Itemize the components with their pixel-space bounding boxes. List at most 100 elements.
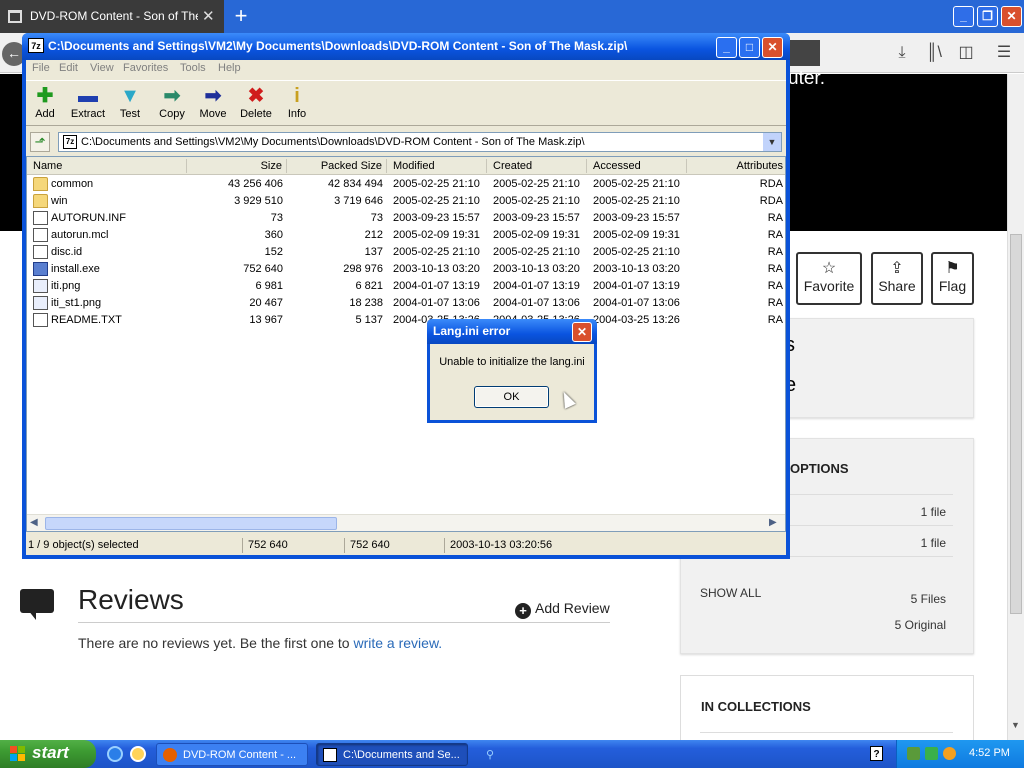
minimize-button[interactable]: _	[716, 37, 737, 58]
cell-size: 20 467	[249, 297, 283, 309]
address-combobox[interactable]: 7z C:\Documents and Settings\VM2\My Docu…	[58, 132, 782, 152]
browser-minimize-button[interactable]: _	[953, 6, 974, 27]
address-text: C:\Documents and Settings\VM2\My Documen…	[81, 136, 585, 148]
cell-accessed: 2005-02-25 21:10	[593, 246, 680, 258]
extract-button[interactable]: ▬ Extract	[66, 84, 110, 126]
write-review-link[interactable]: write a review.	[353, 635, 442, 651]
dialog-close-button[interactable]: ✕	[572, 322, 592, 342]
file-row[interactable]: install.exe 752 640 298 976 2003-10-13 03:2…	[27, 261, 785, 278]
chevron-down-icon[interactable]: ▼	[763, 133, 781, 151]
close-button[interactable]: ✕	[762, 37, 783, 58]
column-accessed[interactable]: Accessed	[587, 159, 687, 173]
library-icon[interactable]: ║\	[924, 43, 944, 63]
menu-edit[interactable]: Edit	[59, 62, 78, 74]
copy-button[interactable]: ➡ Copy	[150, 84, 194, 126]
file-row[interactable]: disc.id 152 137 2005-02-25 21:10 2005-02-25 …	[27, 244, 785, 261]
add-button[interactable]: ✚ Add	[23, 84, 67, 126]
file-row[interactable]: iti.png 6 981 6 821 2004-01-07 13:19 2004-01…	[27, 278, 785, 295]
cell-attributes: RA	[767, 246, 783, 258]
scroll-left-icon[interactable]: ◀	[30, 517, 38, 528]
menu-icon[interactable]: ☰	[994, 43, 1014, 63]
column-name[interactable]: Name	[27, 159, 187, 173]
download-row-count[interactable]: 1 file	[870, 536, 946, 550]
browser-scrollbar[interactable]: ▼	[1007, 74, 1024, 740]
image-icon	[33, 279, 48, 293]
favorite-button[interactable]: ☆ Favorite	[796, 252, 862, 305]
tray-tools-icon[interactable]	[907, 747, 920, 760]
add-review-button[interactable]: + Add Review	[515, 600, 610, 619]
file-row[interactable]: AUTORUN.INF 73 73 2003-09-23 15:57 2003-09-2…	[27, 210, 785, 227]
ok-button[interactable]: OK	[474, 386, 549, 408]
ie-icon[interactable]	[107, 746, 123, 762]
status-bar: 1 / 9 object(s) selected 752 640 752 640…	[26, 536, 786, 554]
archive-icon: 7z	[63, 135, 77, 149]
start-button[interactable]: start	[0, 740, 96, 768]
divider	[78, 622, 610, 623]
browser-close-button[interactable]: ✕	[1001, 6, 1022, 27]
test-button[interactable]: ▼ Test	[108, 84, 152, 126]
clock[interactable]: 4:52 PM	[969, 747, 1010, 759]
cell-packed-size: 212	[364, 229, 383, 241]
column-created[interactable]: Created	[487, 159, 587, 173]
folder-up-icon[interactable]: ⬏	[30, 132, 50, 152]
maximize-button[interactable]: □	[739, 37, 760, 58]
delete-button[interactable]: ✖ Delete	[234, 84, 278, 126]
column-packed-size[interactable]: Packed Size	[287, 159, 387, 173]
info-button[interactable]: i Info	[275, 84, 319, 126]
reviews-title: Reviews	[78, 584, 184, 615]
flag-button[interactable]: ⚑ Flag	[931, 252, 974, 305]
column-modified[interactable]: Modified	[387, 159, 487, 173]
cell-accessed: 2005-02-25 21:10	[593, 178, 680, 190]
task-browser[interactable]: DVD-ROM Content - ...	[156, 743, 308, 766]
menu-help[interactable]: Help	[218, 62, 241, 74]
tray-shield-icon[interactable]	[925, 747, 938, 760]
tray-search-icon[interactable]	[943, 747, 956, 760]
task-7zip[interactable]: C:\Documents and Se...	[316, 743, 468, 766]
menu-file[interactable]: File	[32, 62, 50, 74]
7zip-title-bar[interactable]: 7z C:\Documents and Settings\VM2\My Docu…	[22, 33, 790, 60]
scrollbar-thumb[interactable]	[1010, 234, 1022, 614]
file-icon	[33, 245, 48, 259]
folder-icon	[33, 194, 48, 208]
sidebar-icon[interactable]: ◫	[956, 43, 976, 63]
help-icon[interactable]: ?	[870, 746, 883, 761]
file-list[interactable]: Name Size Packed Size Modified Created A…	[26, 156, 786, 532]
cell-attributes: RDA	[759, 195, 783, 207]
browser-restore-button[interactable]: ❐	[977, 6, 998, 27]
show-all-link[interactable]: SHOW ALL	[700, 586, 761, 600]
download-icon[interactable]: ⤓	[892, 43, 912, 63]
menu-view[interactable]: View	[90, 62, 114, 74]
column-attributes[interactable]: Attributes	[687, 160, 783, 172]
scroll-down-icon[interactable]: ▼	[1011, 720, 1020, 730]
cell-name: AUTORUN.INF	[51, 212, 126, 224]
cell-name: win	[51, 195, 68, 207]
download-row-count[interactable]: 1 file	[870, 505, 946, 519]
cell-name: common	[51, 178, 94, 190]
total-original: 5 Original	[894, 618, 946, 632]
move-button[interactable]: ➡ Move	[191, 84, 235, 126]
menu-favorites[interactable]: Favorites	[123, 62, 168, 74]
column-size[interactable]: Size	[187, 159, 287, 173]
scroll-right-icon[interactable]: ▶	[769, 517, 777, 528]
menu-tools[interactable]: Tools	[180, 62, 206, 74]
file-row[interactable]: autorun.mcl 360 212 2005-02-09 19:31 2005-02…	[27, 227, 785, 244]
horizontal-scrollbar[interactable]: ◀ ▶	[27, 514, 785, 531]
new-tab-icon[interactable]: +	[230, 3, 252, 29]
cell-size: 43 256 406	[227, 178, 283, 190]
close-tab-icon[interactable]: ✕	[202, 7, 215, 25]
7zip-app-icon: 7z	[28, 38, 44, 53]
browser-tab[interactable]: DVD-ROM Content - Son of The M ✕	[0, 0, 224, 33]
file-row[interactable]: common 43 256 406 42 834 494 2005-02-25 21:…	[27, 176, 785, 193]
file-row[interactable]: win 3 929 510 3 719 646 2005-02-25 21:10 200…	[27, 193, 785, 210]
cell-size: 360	[264, 229, 283, 241]
file-row[interactable]: README.TXT13 9675 1372004-03-25 13:26200…	[27, 312, 785, 329]
media-player-icon[interactable]	[130, 746, 146, 762]
share-button[interactable]: ⇪ Share	[871, 252, 923, 305]
cell-size: 152	[264, 246, 283, 258]
comment-icon	[20, 589, 54, 613]
dialog-title-bar[interactable]: Lang.ini error ✕	[427, 319, 597, 344]
file-row[interactable]: iti_st1.png 20 467 18 238 2004-01-07 13:06 2…	[27, 295, 785, 312]
cell-packed-size: 5 137	[355, 314, 383, 326]
error-dialog: Lang.ini error ✕ Unable to initialize th…	[427, 319, 597, 423]
scrollbar-thumb[interactable]	[45, 517, 337, 530]
